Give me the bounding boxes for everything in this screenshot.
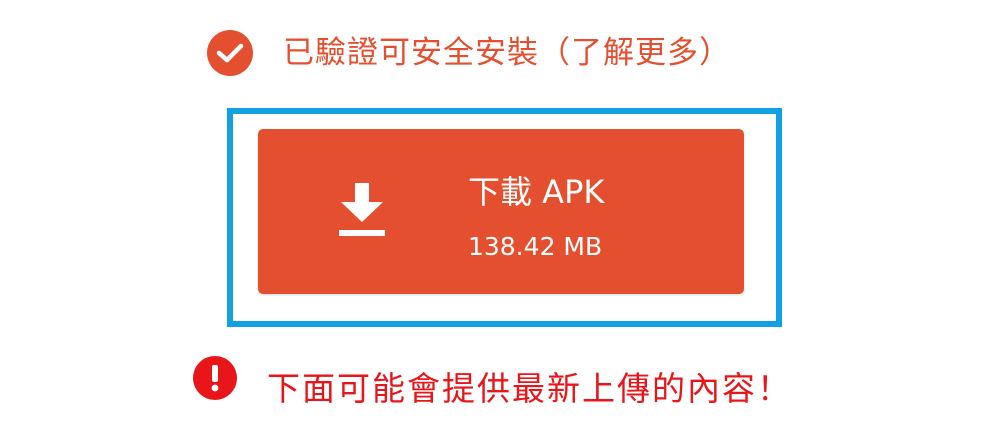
- download-page: 已驗證可安全安裝（了解更多） 下載 APK 138.42 MB 下面可能會提供最…: [0, 0, 1002, 428]
- check-circle-icon: [207, 30, 253, 76]
- warning-text: 下面可能會提供最新上傳的內容！: [267, 369, 792, 408]
- verified-notice[interactable]: 已驗證可安全安裝（了解更多）: [207, 27, 731, 79]
- warning-notice: 下面可能會提供最新上傳的內容！: [193, 356, 792, 421]
- download-label: 下載 APK: [468, 173, 605, 211]
- file-size: 138.42 MB: [468, 232, 603, 261]
- verified-text[interactable]: 已驗證可安全安裝（了解更多）: [283, 27, 731, 79]
- exclamation-circle-icon: [193, 356, 237, 400]
- download-icon: [336, 181, 388, 239]
